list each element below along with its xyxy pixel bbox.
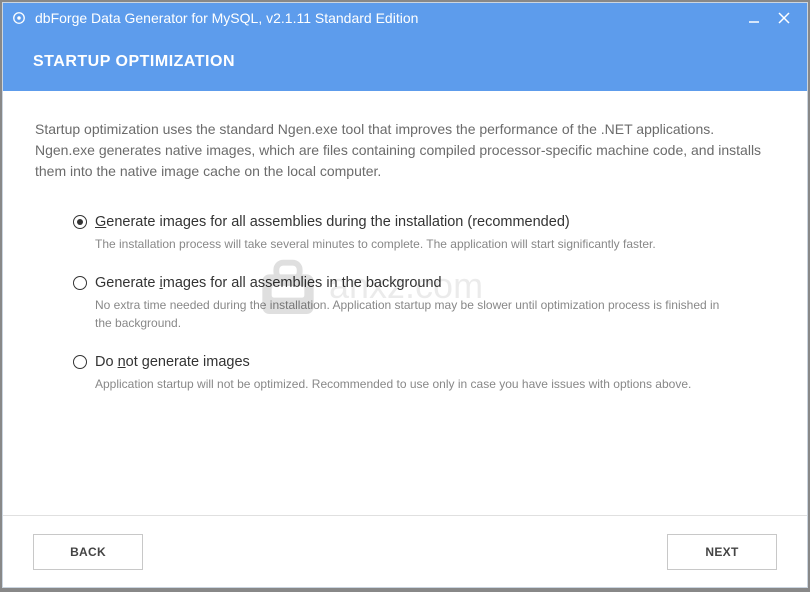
option-description: The installation process will take sever… — [95, 236, 735, 253]
option-generate-background: Generate images for all assemblies in th… — [73, 275, 775, 332]
radio-icon — [73, 215, 87, 229]
content-area: Startup optimization uses the standard N… — [3, 91, 807, 515]
installer-window: dbForge Data Generator for MySQL, v2.1.1… — [2, 2, 808, 588]
option-label: Generate images for all assemblies in th… — [95, 275, 442, 291]
titlebar: dbForge Data Generator for MySQL, v2.1.1… — [3, 3, 807, 33]
options-group: Generate images for all assemblies durin… — [35, 214, 775, 394]
option-do-not-generate: Do not generate images Application start… — [73, 354, 775, 393]
option-generate-install: Generate images for all assemblies durin… — [73, 214, 775, 253]
window-title: dbForge Data Generator for MySQL, v2.1.1… — [35, 10, 739, 26]
option-radio-row[interactable]: Generate images for all assemblies durin… — [73, 214, 775, 230]
option-description: No extra time needed during the installa… — [95, 297, 735, 332]
option-label: Generate images for all assemblies durin… — [95, 214, 570, 230]
footer: BACK NEXT — [3, 515, 807, 587]
app-icon — [11, 10, 27, 26]
close-button[interactable] — [769, 3, 799, 33]
option-radio-row[interactable]: Generate images for all assemblies in th… — [73, 275, 775, 291]
option-description: Application startup will not be optimize… — [95, 376, 735, 393]
radio-icon — [73, 276, 87, 290]
page-header: STARTUP OPTIMIZATION — [3, 33, 807, 91]
next-button[interactable]: NEXT — [667, 534, 777, 570]
minimize-button[interactable] — [739, 3, 769, 33]
page-title: STARTUP OPTIMIZATION — [33, 53, 235, 71]
option-label: Do not generate images — [95, 354, 250, 370]
back-button[interactable]: BACK — [33, 534, 143, 570]
option-radio-row[interactable]: Do not generate images — [73, 354, 775, 370]
radio-icon — [73, 355, 87, 369]
intro-text: Startup optimization uses the standard N… — [35, 119, 775, 182]
